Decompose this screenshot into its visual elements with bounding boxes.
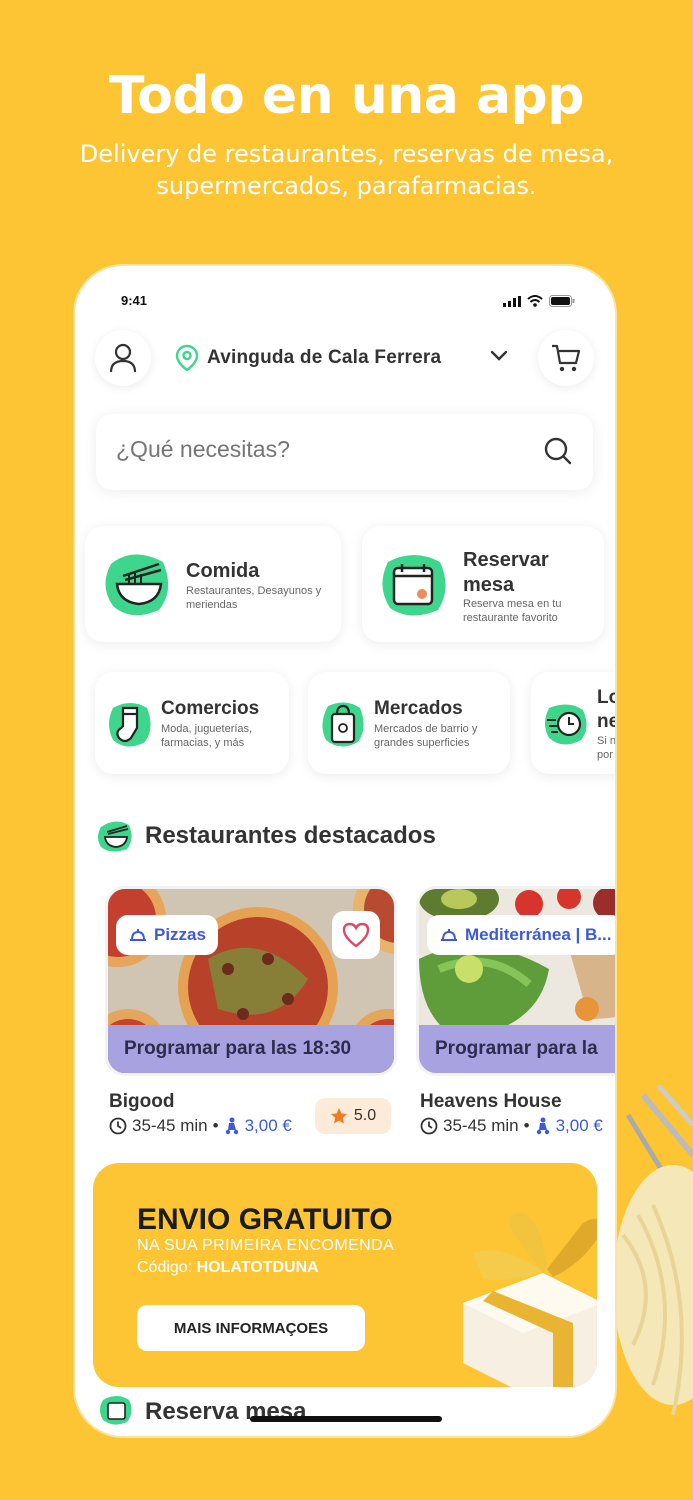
battery-icon [549, 294, 575, 312]
restaurant-name: Heavens House [420, 1091, 562, 1112]
search-input[interactable] [116, 436, 496, 463]
category-comercios[interactable]: Comercios Moda, jugueterías, farmacias, … [95, 672, 289, 774]
profile-button[interactable] [95, 330, 151, 386]
delivery-fee: 3,00 € [244, 1116, 292, 1135]
restaurant-meta: 35-45 min • 3,00 € [420, 1116, 603, 1136]
restaurant-image: Pizzas Programar para las 18:30 [105, 886, 397, 1076]
chevron-down-icon[interactable] [489, 349, 509, 368]
schedule-bar[interactable]: Programar para las 18:30 [108, 1025, 394, 1073]
wifi-icon [527, 294, 543, 312]
food-tray-icon [130, 929, 146, 941]
noodle-bowl-icon [98, 821, 132, 852]
food-tray-icon [441, 929, 457, 941]
status-time: 9:41 [121, 293, 148, 308]
category-title: Reservar mesa [463, 549, 549, 596]
calendar-booking-icon [100, 1396, 132, 1425]
category-title: Comercios [161, 698, 260, 719]
schedule-bar[interactable]: Programar para la [419, 1025, 615, 1073]
clock-icon [420, 1117, 438, 1135]
category-mercados[interactable]: Mercados Mercados de barrio y grandes su… [308, 672, 510, 774]
restaurant-meta: 35-45 min • 3,00 € [109, 1116, 292, 1136]
category-desc: Mercados de barrio y grandes superficies [374, 723, 478, 749]
promo-code-label: Código: [137, 1259, 193, 1276]
category-desc: Moda, jugueterías, farmacias, y más [161, 723, 253, 749]
delivery-fee: 3,00 € [555, 1116, 603, 1135]
restaurant-tag-label: Pizzas [154, 925, 206, 944]
dot-separator: • [212, 1116, 219, 1135]
promo-code-line: Código: HOLATOTDUNA [137, 1259, 319, 1277]
favorite-button[interactable] [332, 911, 380, 959]
delivery-time: 35-45 min [443, 1116, 519, 1135]
cart-button[interactable] [538, 330, 594, 386]
promo-banner: ENVIO GRATUITO NA SUA PRIMEIRA ENCOMENDA… [93, 1163, 597, 1387]
pasta-fork-decoration [603, 1085, 693, 1445]
category-reservar-mesa[interactable]: Reservar mesa Reserva mesa en tu restaur… [362, 526, 604, 642]
cart-icon [552, 344, 581, 372]
shopping-bag-icon [322, 702, 364, 747]
search-icon[interactable] [543, 436, 573, 471]
signal-icon [503, 294, 521, 312]
address-label: Avinguda de Cala Ferrera [207, 347, 442, 368]
restaurant-tag: Mediterránea | B... [427, 915, 615, 955]
scooter-icon [225, 1117, 238, 1135]
restaurant-image: Mediterránea | B... Programar para la [416, 886, 615, 1076]
sock-icon [109, 703, 151, 747]
category-desc: Reserva mesa en tu restaurante favorito [463, 598, 562, 624]
promo-title: ENVIO GRATUITO [137, 1203, 393, 1236]
restaurant-tag-label: Mediterránea | B... [465, 925, 612, 944]
location-pin-icon [175, 344, 199, 372]
search-bar[interactable] [96, 414, 593, 490]
delivery-time: 35-45 min [132, 1116, 208, 1135]
status-bar: 9:41 [75, 266, 615, 336]
restaurant-card-bigood[interactable]: Pizzas Programar para las 18:30 Bigood 3… [105, 886, 397, 1156]
category-desc: Restaurantes, Desayunos y meriendas [186, 585, 322, 611]
heart-icon [342, 922, 370, 948]
gift-box-image [463, 1213, 597, 1387]
user-icon [109, 343, 137, 373]
category-partial[interactable]: Lo ne Si n por [531, 672, 615, 774]
category-comida[interactable]: Comida Restaurantes, Desayunos y meriend… [85, 526, 341, 642]
hero-subtitle: Delivery de restaurantes, reservas de me… [79, 140, 614, 200]
phone-frame: 9:41 Avinguda de Cala Ferrera ¿Qué neces… [75, 266, 615, 1436]
category-title: Lo ne [597, 687, 615, 732]
promo-subtitle: NA SUA PRIMEIRA ENCOMENDA [137, 1237, 395, 1254]
address-selector[interactable]: Avinguda de Cala Ferrera [175, 342, 515, 374]
section-title-featured: Restaurantes destacados [145, 822, 436, 849]
hero-title: Todo en una app [109, 66, 585, 126]
promo-code: HOLATOTDUNA [196, 1259, 319, 1276]
restaurant-card-heavens-house[interactable]: Mediterránea | B... Programar para la He… [416, 886, 615, 1156]
rating-badge: 5.0 [315, 1098, 391, 1134]
rating-value: 5.0 [353, 1107, 377, 1124]
calendar-booking-icon [382, 555, 446, 616]
category-title: Mercados [374, 698, 463, 719]
category-title: Comida [186, 560, 260, 582]
category-desc: Si n por [597, 735, 615, 761]
dot-separator: • [523, 1116, 530, 1135]
home-indicator[interactable] [250, 1416, 442, 1422]
star-icon [330, 1108, 347, 1124]
scooter-icon [536, 1117, 549, 1135]
restaurant-name: Bigood [109, 1091, 175, 1112]
restaurant-tag: Pizzas [116, 915, 218, 955]
fast-delivery-clock-icon [545, 704, 587, 745]
noodle-bowl-icon [105, 554, 169, 616]
clock-icon [109, 1117, 127, 1135]
more-info-button[interactable]: MAIS INFORMAÇOES [137, 1305, 365, 1351]
